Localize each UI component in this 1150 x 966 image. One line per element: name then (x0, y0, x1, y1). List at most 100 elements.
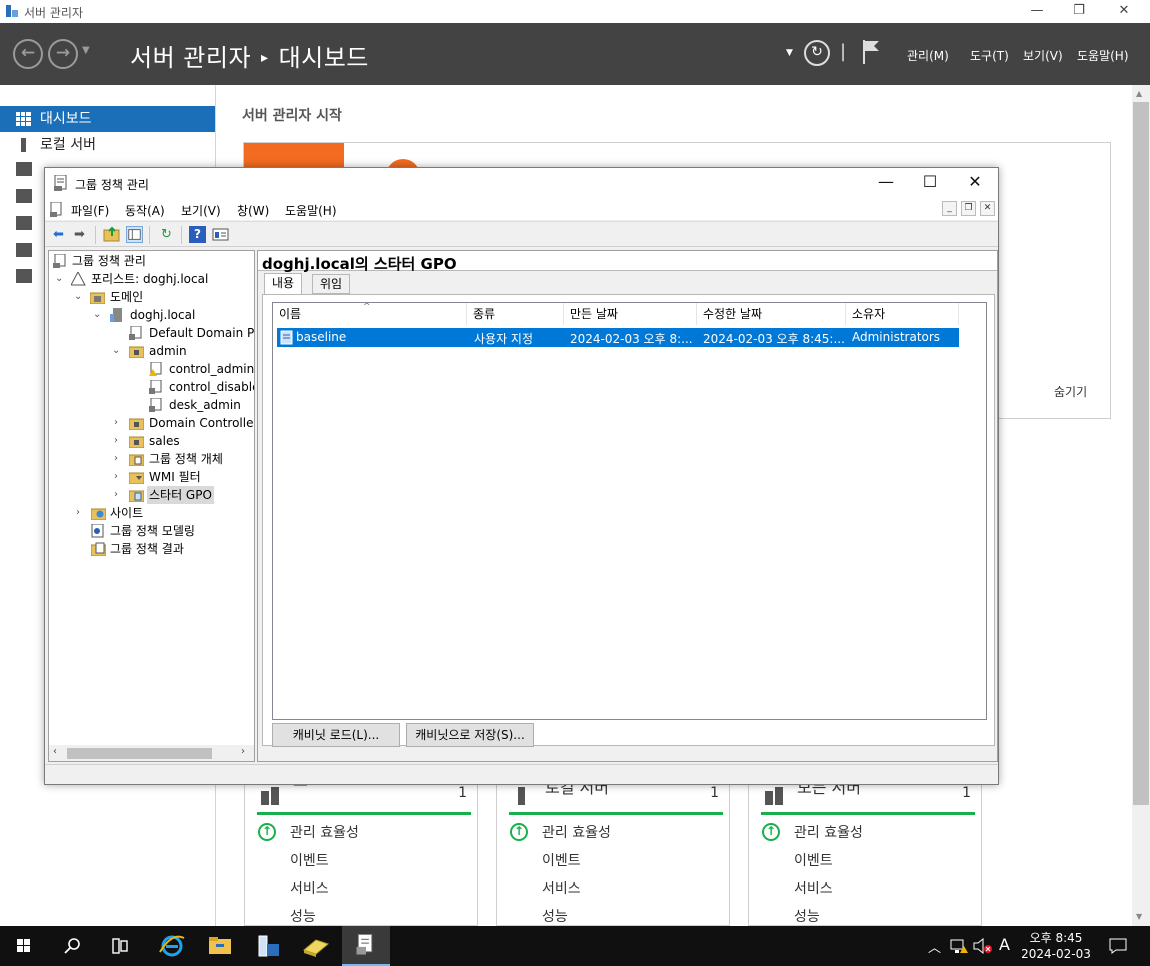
document-icon[interactable] (50, 202, 64, 217)
menu-view[interactable]: 보기(V) (181, 202, 221, 219)
file-storage-icon[interactable] (16, 189, 32, 203)
column-header-created[interactable]: 만든 날짜 (564, 303, 697, 325)
tile-roles[interactable]: 스 1 ↑ 관리 효율성 이벤트 서비스 성능 (244, 772, 478, 926)
refresh-dropdown-icon[interactable]: ▼ (786, 48, 793, 58)
iis-icon[interactable] (16, 216, 32, 230)
system-clock[interactable]: 오후 8:45 2024-02-03 (1020, 930, 1092, 962)
volume-muted-icon[interactable] (973, 938, 993, 954)
menu-manage[interactable]: 관리(M) (907, 47, 949, 64)
expand-chevron-icon[interactable]: › (114, 486, 124, 504)
close-button[interactable]: ✕ (1101, 0, 1147, 23)
windows-start-icon[interactable] (0, 926, 48, 966)
tile-row-performance[interactable]: 성능 (794, 906, 820, 926)
scroll-left-icon[interactable]: ‹ (53, 746, 57, 757)
menu-action[interactable]: 동작(A) (125, 202, 165, 219)
expand-chevron-icon[interactable]: › (76, 504, 86, 522)
tools-briefcase-icon[interactable] (292, 926, 340, 966)
menu-window[interactable]: 창(W) (237, 202, 269, 219)
history-dropdown-icon[interactable]: ▼ (82, 45, 90, 56)
scroll-thumb[interactable] (67, 748, 212, 759)
expand-chevron-icon[interactable]: › (114, 468, 124, 486)
collapse-chevron-icon[interactable]: ⌄ (112, 342, 122, 360)
column-header-modified[interactable]: 수정한 날짜 (697, 303, 846, 325)
ime-indicator[interactable]: A (999, 935, 1010, 954)
mdi-close-icon[interactable]: ✕ (980, 201, 995, 216)
tile-row-manageability[interactable]: 관리 효율성 (290, 822, 359, 842)
properties-pane-icon[interactable] (212, 226, 229, 243)
tile-row-services[interactable]: 서비스 (542, 878, 581, 898)
tab-delegation[interactable]: 위임 (312, 274, 351, 294)
tile-row-events[interactable]: 이벤트 (290, 850, 329, 870)
collapse-chevron-icon[interactable]: ⌄ (74, 288, 84, 306)
refresh-icon[interactable]: ↻ (804, 40, 830, 66)
network-warning-icon[interactable] (950, 938, 968, 954)
menu-file[interactable]: 파일(F) (71, 202, 109, 219)
tab-contents[interactable]: 내용 (264, 273, 303, 295)
up-folder-icon[interactable] (103, 226, 120, 243)
sidebar-item-dashboard[interactable]: 대시보드 (0, 106, 215, 132)
column-header-name[interactable]: ^ 이름 (273, 303, 467, 325)
expand-chevron-icon[interactable]: › (114, 414, 124, 432)
expand-chevron-icon[interactable]: › (114, 432, 124, 450)
print-icon[interactable] (16, 243, 32, 257)
notification-center-icon[interactable] (1109, 938, 1127, 954)
tile-row-performance[interactable]: 성능 (290, 906, 316, 926)
wsus-icon[interactable] (16, 269, 32, 283)
gpmc-close-button[interactable]: ✕ (952, 168, 998, 198)
breadcrumb-root[interactable]: 서버 관리자 (130, 44, 251, 72)
forward-arrow-icon[interactable]: ➡ (71, 226, 88, 243)
tile-row-events[interactable]: 이벤트 (794, 850, 833, 870)
gpmc-maximize-button[interactable]: ☐ (907, 168, 953, 198)
internet-explorer-icon[interactable] (148, 926, 196, 966)
scroll-down-icon[interactable]: ▼ (1136, 912, 1142, 921)
save-cabinet-button[interactable]: 캐비닛으로 저장(S)... (406, 723, 534, 747)
collapse-chevron-icon[interactable]: ⌄ (93, 306, 103, 324)
show-hidden-icons-icon[interactable]: ︿ (928, 937, 941, 956)
sidebar-item-local-server[interactable]: 로컬 서버 (0, 132, 215, 158)
collapse-chevron-icon[interactable]: ⌄ (55, 270, 65, 288)
refresh-icon[interactable]: ↻ (158, 226, 175, 243)
gpmc-minimize-button[interactable]: — (863, 168, 909, 198)
tile-row-manageability[interactable]: 관리 효율성 (542, 822, 611, 842)
column-header-owner[interactable]: 소유자 (846, 303, 959, 325)
vertical-scrollbar[interactable]: ▲ ▼ (1132, 85, 1150, 926)
tile-local-server[interactable]: 로컬 서버 1 ↑ 관리 효율성 이벤트 서비스 성능 (496, 777, 730, 926)
notifications-flag-icon[interactable] (862, 40, 880, 64)
load-cabinet-button[interactable]: 캐비닛 로드(L)... (272, 723, 400, 747)
tile-row-services[interactable]: 서비스 (794, 878, 833, 898)
expand-chevron-icon[interactable]: › (114, 450, 124, 468)
table-row[interactable]: baseline 사용자 지정 2024-02-03 오후 8:... 2024… (277, 328, 959, 347)
tile-all-servers[interactable]: 모든 서버 1 ↑ 관리 효율성 이벤트 서비스 성능 (748, 777, 982, 926)
back-arrow-icon[interactable]: ← (13, 39, 43, 69)
task-view-icon[interactable] (96, 926, 144, 966)
back-arrow-icon[interactable]: ⬅ (50, 226, 67, 243)
scroll-thumb[interactable] (1133, 102, 1149, 805)
mdi-minimize-icon[interactable]: _ (942, 201, 957, 216)
file-explorer-icon[interactable] (196, 926, 244, 966)
tile-row-events[interactable]: 이벤트 (542, 850, 581, 870)
search-icon[interactable] (48, 926, 96, 966)
horizontal-scrollbar[interactable]: ‹ › (49, 745, 254, 761)
hide-link[interactable]: 숨기기 (1054, 383, 1087, 400)
menu-help[interactable]: 도움말(H) (285, 202, 337, 219)
tile-row-manageability[interactable]: 관리 효율성 (794, 822, 863, 842)
tile-row-services[interactable]: 서비스 (290, 878, 329, 898)
scroll-up-icon[interactable]: ▲ (1136, 89, 1142, 98)
column-header-type[interactable]: 종류 (467, 303, 564, 325)
gpmc-taskbar-icon[interactable] (342, 926, 390, 966)
sidebar-item-label: 대시보드 (40, 111, 92, 127)
menu-help[interactable]: 도움말(H) (1077, 47, 1129, 64)
menu-view[interactable]: 보기(V) (1023, 47, 1063, 64)
menu-tools[interactable]: 도구(T) (970, 47, 1009, 64)
minimize-button[interactable]: — (1014, 0, 1060, 23)
quick-start-tab[interactable] (244, 143, 344, 169)
tile-row-performance[interactable]: 성능 (542, 906, 568, 926)
show-hide-tree-icon[interactable] (126, 226, 143, 243)
mdi-restore-icon[interactable]: ❐ (961, 201, 976, 216)
scroll-right-icon[interactable]: › (241, 746, 245, 757)
forward-arrow-icon[interactable]: → (48, 39, 78, 69)
all-servers-icon[interactable] (16, 162, 32, 176)
server-manager-icon[interactable] (244, 926, 292, 966)
restore-button[interactable]: ❐ (1056, 0, 1102, 23)
help-icon[interactable]: ? (189, 226, 206, 243)
